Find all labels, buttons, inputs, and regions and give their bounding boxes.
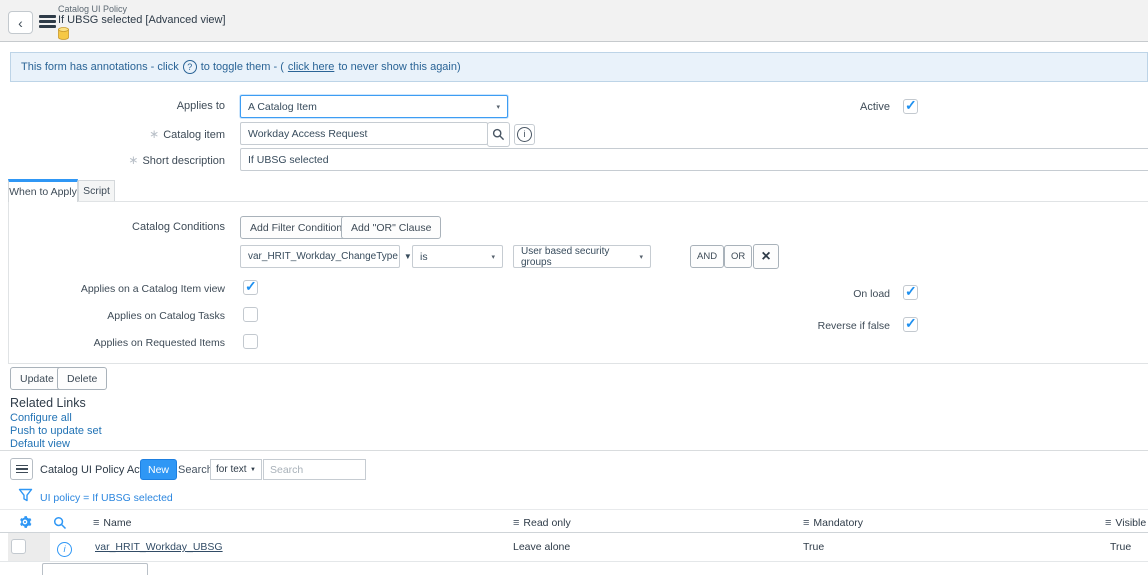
close-icon: × bbox=[761, 247, 771, 265]
back-button[interactable]: ‹ bbox=[8, 11, 33, 34]
condition-delete-button[interactable]: × bbox=[753, 244, 779, 269]
catalog-item-preview-button[interactable]: i bbox=[514, 124, 535, 145]
applies-to-label: Applies to bbox=[176, 100, 225, 112]
chevron-down-icon: ▾ bbox=[491, 253, 495, 261]
annotation-text-middle: to toggle them - ( bbox=[200, 61, 284, 73]
mandatory-icon: ∗ bbox=[149, 127, 160, 141]
catalog-item-lookup-button[interactable] bbox=[487, 122, 510, 147]
related-links-title: Related Links bbox=[10, 396, 86, 410]
list-filter-breadcrumb[interactable]: UI policy = If UBSG selected bbox=[40, 492, 173, 504]
form-context-menu-icon[interactable] bbox=[39, 15, 56, 28]
catalog-item-input[interactable]: Workday Access Request bbox=[240, 122, 488, 145]
condition-or-button[interactable]: OR bbox=[724, 245, 753, 268]
column-menu-icon: ≡ bbox=[1105, 517, 1112, 529]
condition-field-value: var_HRIT_Workday_ChangeType bbox=[248, 251, 398, 262]
question-icon[interactable]: ? bbox=[182, 60, 197, 74]
condition-operator-value: is bbox=[420, 250, 428, 263]
row-select-checkbox[interactable] bbox=[11, 539, 26, 554]
reverse-if-false-checkbox[interactable] bbox=[903, 315, 918, 332]
update-button[interactable]: Update bbox=[10, 367, 64, 390]
annotation-text-before: This form has annotations - click bbox=[21, 61, 179, 73]
catalog-ui-policy-screen: ‹ Catalog UI Policy If UBSG selected [Ad… bbox=[0, 0, 1148, 575]
row-mandatory-value: True bbox=[803, 541, 825, 553]
applies-to-value: A Catalog Item bbox=[248, 100, 317, 113]
applies-to-select[interactable]: A Catalog Item ▾ bbox=[240, 95, 508, 118]
short-description-value: If UBSG selected bbox=[248, 153, 329, 166]
row-read-only-value: Leave alone bbox=[513, 541, 571, 553]
info-icon: i bbox=[517, 127, 532, 142]
table-header-border bbox=[0, 532, 1148, 533]
back-icon: ‹ bbox=[18, 14, 23, 31]
annotation-text-after: to never show this again) bbox=[338, 61, 461, 73]
column-menu-icon: ≡ bbox=[513, 517, 520, 529]
list-search-input[interactable] bbox=[263, 459, 366, 480]
row-visible-value: True bbox=[1110, 541, 1132, 553]
condition-value-select[interactable]: User based security groups ▾ bbox=[513, 245, 651, 268]
new-button[interactable]: New bbox=[140, 459, 178, 480]
column-menu-icon: ≡ bbox=[803, 517, 810, 529]
applies-on-catalog-item-view-label: Applies on a Catalog Item view bbox=[80, 283, 225, 295]
search-type-select[interactable]: for text ▼ bbox=[210, 459, 262, 480]
catalog-item-value: Workday Access Request bbox=[248, 127, 368, 140]
tab-when-to-apply[interactable]: When to Apply bbox=[8, 179, 78, 202]
column-header-visible[interactable]: ≡ Visible bbox=[1105, 517, 1146, 529]
search-type-value: for text bbox=[216, 464, 247, 475]
filter-icon[interactable] bbox=[18, 488, 33, 508]
applies-on-catalog-tasks-checkbox[interactable] bbox=[243, 307, 258, 322]
form-header-bar: ‹ Catalog UI Policy If UBSG selected [Ad… bbox=[0, 0, 1148, 42]
chevron-down-icon: ▾ bbox=[639, 253, 643, 261]
column-header-read-only[interactable]: ≡ Read only bbox=[513, 517, 571, 529]
applies-on-requested-items-checkbox[interactable] bbox=[243, 334, 258, 349]
chevron-down-icon: ▾ bbox=[496, 103, 500, 111]
annotation-banner: This form has annotations - click ? to t… bbox=[10, 52, 1148, 82]
tab-script[interactable]: Script bbox=[78, 180, 115, 201]
actions-on-selected-rows-select[interactable] bbox=[42, 563, 148, 575]
list-header-divider bbox=[0, 509, 1148, 510]
applies-on-catalog-tasks-label: Applies on Catalog Tasks bbox=[107, 310, 225, 322]
related-link-default-view[interactable]: Default view bbox=[10, 438, 70, 450]
on-load-checkbox[interactable] bbox=[903, 283, 918, 300]
row-name-link[interactable]: var_HRIT_Workday_UBSG bbox=[95, 541, 223, 553]
catalog-conditions-label: Catalog Conditions bbox=[132, 221, 225, 233]
applies-on-catalog-item-view-checkbox[interactable] bbox=[243, 278, 258, 295]
list-context-menu-icon[interactable] bbox=[10, 458, 33, 480]
mandatory-icon: ∗ bbox=[128, 153, 139, 167]
add-filter-condition-button[interactable]: Add Filter Condition bbox=[240, 216, 353, 239]
catalog-item-label: ∗ Catalog item bbox=[149, 127, 225, 141]
row-info-icon[interactable]: i bbox=[57, 539, 72, 557]
delete-button[interactable]: Delete bbox=[57, 367, 108, 390]
condition-operator-select[interactable]: is ▾ bbox=[412, 245, 503, 268]
row-border bbox=[0, 561, 1148, 562]
condition-and-button[interactable]: AND bbox=[690, 245, 725, 268]
search-icon bbox=[492, 128, 505, 141]
short-description-input[interactable]: If UBSG selected bbox=[240, 148, 1148, 171]
related-link-configure-all[interactable]: Configure all bbox=[10, 412, 72, 424]
column-menu-icon: ≡ bbox=[93, 517, 100, 529]
applies-on-requested-items-label: Applies on Requested Items bbox=[93, 337, 225, 349]
active-checkbox[interactable] bbox=[903, 97, 918, 114]
condition-field-select[interactable]: var_HRIT_Workday_ChangeType ▼ bbox=[240, 245, 412, 268]
page-title: If UBSG selected [Advanced view] bbox=[58, 14, 226, 26]
active-label: Active bbox=[860, 101, 890, 113]
never-show-again-link[interactable]: click here bbox=[288, 61, 334, 73]
record-type-label: Catalog UI Policy bbox=[58, 4, 128, 14]
chevron-down-icon: ▼ bbox=[403, 252, 412, 261]
column-header-name[interactable]: ≡ Name bbox=[93, 517, 131, 529]
list-search-label: Search bbox=[178, 464, 213, 476]
section-divider bbox=[0, 450, 1148, 451]
update-set-icon bbox=[58, 27, 69, 45]
on-load-label: On load bbox=[853, 288, 890, 300]
related-link-push-to-update-set[interactable]: Push to update set bbox=[10, 425, 102, 437]
column-header-mandatory[interactable]: ≡ Mandatory bbox=[803, 517, 863, 529]
reverse-if-false-label: Reverse if false bbox=[817, 320, 890, 332]
add-or-clause-button[interactable]: Add "OR" Clause bbox=[341, 216, 442, 239]
short-description-label: ∗ Short description bbox=[128, 153, 225, 167]
chevron-down-icon: ▼ bbox=[250, 466, 256, 473]
condition-value: User based security groups bbox=[521, 245, 610, 268]
